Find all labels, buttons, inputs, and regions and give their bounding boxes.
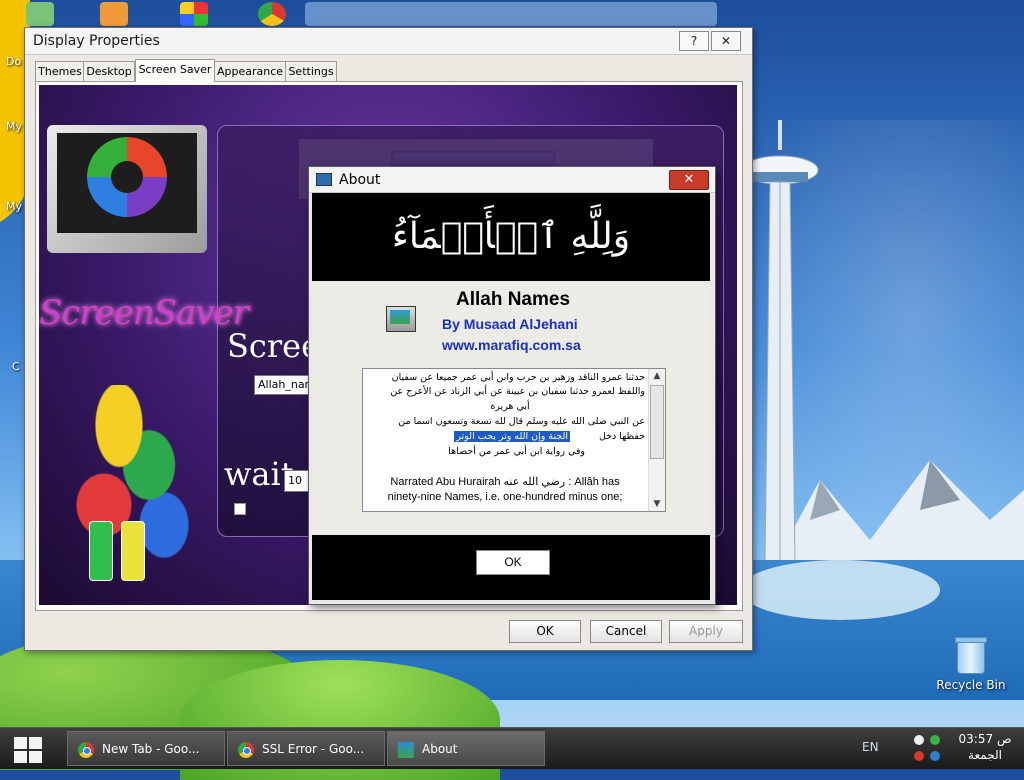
text-line: واللفظ لعمرو حدثنا سفيان بن عيينة عن أبي… bbox=[390, 386, 645, 397]
tab-appearance[interactable]: Appearance bbox=[213, 61, 287, 81]
text-line-highlighted-wrap: الجنة وإن الله وتر يحب الوتر bbox=[363, 430, 570, 445]
monitor-icon bbox=[398, 742, 414, 758]
taskbar-item-label: SSL Error - Goo... bbox=[262, 742, 365, 756]
tab-desktop[interactable]: Desktop bbox=[83, 61, 135, 81]
screensaver-logo-icon bbox=[87, 137, 167, 217]
desktop-icon-label[interactable]: My bbox=[6, 120, 22, 133]
windows-logo-icon bbox=[29, 737, 42, 749]
paint-bottle-yellow bbox=[121, 521, 145, 581]
tray-app-icon[interactable] bbox=[930, 751, 940, 761]
folder-icon[interactable] bbox=[26, 2, 54, 26]
tray-alert-icon[interactable] bbox=[914, 751, 924, 761]
about-titlebar[interactable]: About ✕ bbox=[309, 167, 715, 193]
tab-themes[interactable]: Themes bbox=[35, 61, 85, 81]
recycle-bin[interactable]: Recycle Bin bbox=[936, 637, 1006, 692]
language-indicator[interactable]: EN bbox=[862, 740, 879, 754]
about-title: About bbox=[339, 172, 381, 188]
calligraphy-text: وَلِلَّهِ ٱلۡأَسۡمَآءُ ٱلۡحُسۡنَىٰ فَٱدۡ… bbox=[325, 216, 698, 345]
chevron-down-icon[interactable]: ▼ bbox=[649, 497, 665, 511]
windows-flag-icon[interactable] bbox=[180, 2, 208, 26]
tray-status-icon[interactable] bbox=[914, 735, 924, 745]
app-name-text: Allah Names bbox=[455, 289, 571, 310]
clock-day: الجمعة bbox=[968, 748, 1002, 762]
selected-text[interactable]: الجنة وإن الله وتر يحب الوتر bbox=[454, 431, 570, 442]
chrome-icon bbox=[238, 742, 254, 758]
tray-network-icon[interactable] bbox=[930, 735, 940, 745]
taskbar-item-ssl-error[interactable]: SSL Error - Goo... bbox=[227, 731, 385, 766]
text-line: ninety-nine Names, i.e. one-hundred minu… bbox=[387, 491, 623, 503]
cancel-button[interactable]: Cancel bbox=[590, 620, 662, 643]
taskbar-item-label: New Tab - Goo... bbox=[102, 742, 200, 756]
author-label: By Musaad AlJehani bbox=[442, 316, 578, 332]
chrome-icon bbox=[78, 742, 94, 758]
apply-button[interactable]: Apply bbox=[669, 620, 743, 643]
desktop-icon-label[interactable]: My bbox=[6, 200, 22, 213]
windows-logo-icon bbox=[14, 737, 27, 749]
tab-screen-saver[interactable]: Screen Saver bbox=[135, 59, 215, 82]
vertical-scrollbar[interactable]: ▲ ▼ bbox=[648, 369, 665, 511]
monitor-logo-icon bbox=[47, 125, 207, 253]
app-name: Allah Names bbox=[312, 289, 710, 311]
desktop-top-icons bbox=[0, 0, 760, 26]
text-line: وفي رواية ابن أبي عمر من أحصاها bbox=[448, 446, 585, 457]
recycle-bin-label: Recycle Bin bbox=[936, 678, 1006, 692]
text-line: Narrated Abu Hurairah رضي الله عنه : All… bbox=[390, 476, 620, 488]
recycle-bin-icon bbox=[955, 637, 987, 674]
start-button[interactable] bbox=[8, 734, 46, 764]
tab-settings[interactable]: Settings bbox=[285, 61, 337, 81]
screensaver-brand-text: ScreenSaver bbox=[39, 293, 249, 333]
desktop-icon-label[interactable]: Do bbox=[6, 55, 21, 68]
taskbar: New Tab - Goo... SSL Error - Goo... Abou… bbox=[0, 727, 1024, 769]
scrollbar-thumb[interactable] bbox=[650, 385, 664, 459]
ok-button[interactable]: OK bbox=[509, 620, 581, 643]
chrome-icon[interactable] bbox=[258, 2, 286, 26]
website-link[interactable]: www.marafiq.com.sa bbox=[442, 337, 581, 353]
chevron-up-icon[interactable]: ▲ bbox=[649, 369, 665, 383]
system-tray[interactable] bbox=[912, 733, 952, 765]
taskbar-item-about[interactable]: About bbox=[387, 731, 545, 766]
help-button[interactable]: ? bbox=[679, 31, 709, 51]
taskbar-item-new-tab[interactable]: New Tab - Goo... bbox=[67, 731, 225, 766]
about-ok-button[interactable]: OK bbox=[476, 550, 550, 575]
paint-bottle-green bbox=[89, 521, 113, 581]
window-title: Display Properties bbox=[33, 33, 160, 49]
taskbar-item-label: About bbox=[422, 742, 458, 756]
network-icon[interactable] bbox=[100, 2, 128, 26]
monitor-icon bbox=[316, 173, 332, 186]
calligraphy-banner: وَلِلَّهِ ٱلۡأَسۡمَآءُ ٱلۡحُسۡنَىٰ فَٱدۡ… bbox=[312, 193, 710, 345]
about-close-button[interactable]: ✕ bbox=[669, 170, 709, 190]
windows-logo-icon bbox=[29, 751, 42, 763]
monitor-screen bbox=[57, 133, 197, 233]
about-footer: OK bbox=[312, 535, 710, 600]
text-line: أبي هريرة bbox=[490, 401, 530, 412]
windows-logo-icon bbox=[14, 751, 27, 763]
password-checkbox[interactable] bbox=[234, 503, 246, 515]
island bbox=[740, 560, 940, 620]
about-dialog: About ✕ وَلِلَّهِ ٱلۡأَسۡمَآءُ ٱلۡحُسۡنَ… bbox=[308, 166, 716, 605]
desktop-gadget-bar bbox=[305, 2, 717, 26]
window-titlebar[interactable]: Display Properties ? ✕ bbox=[25, 28, 752, 55]
hadith-textbox[interactable]: حدثنا عمرو الناقد وزهير بن حرب وابن أبي … bbox=[362, 368, 666, 512]
about-body: Allah Names By Musaad AlJehani www.maraf… bbox=[312, 282, 710, 534]
close-button[interactable]: ✕ bbox=[711, 31, 741, 51]
clock[interactable]: 03:57 ص الجمعة bbox=[950, 731, 1020, 763]
clock-time: 03:57 ص bbox=[958, 732, 1012, 746]
text-line: حدثنا عمرو الناقد وزهير بن حرب وابن أبي … bbox=[391, 372, 645, 383]
desktop-icon-label[interactable]: C bbox=[12, 360, 20, 373]
